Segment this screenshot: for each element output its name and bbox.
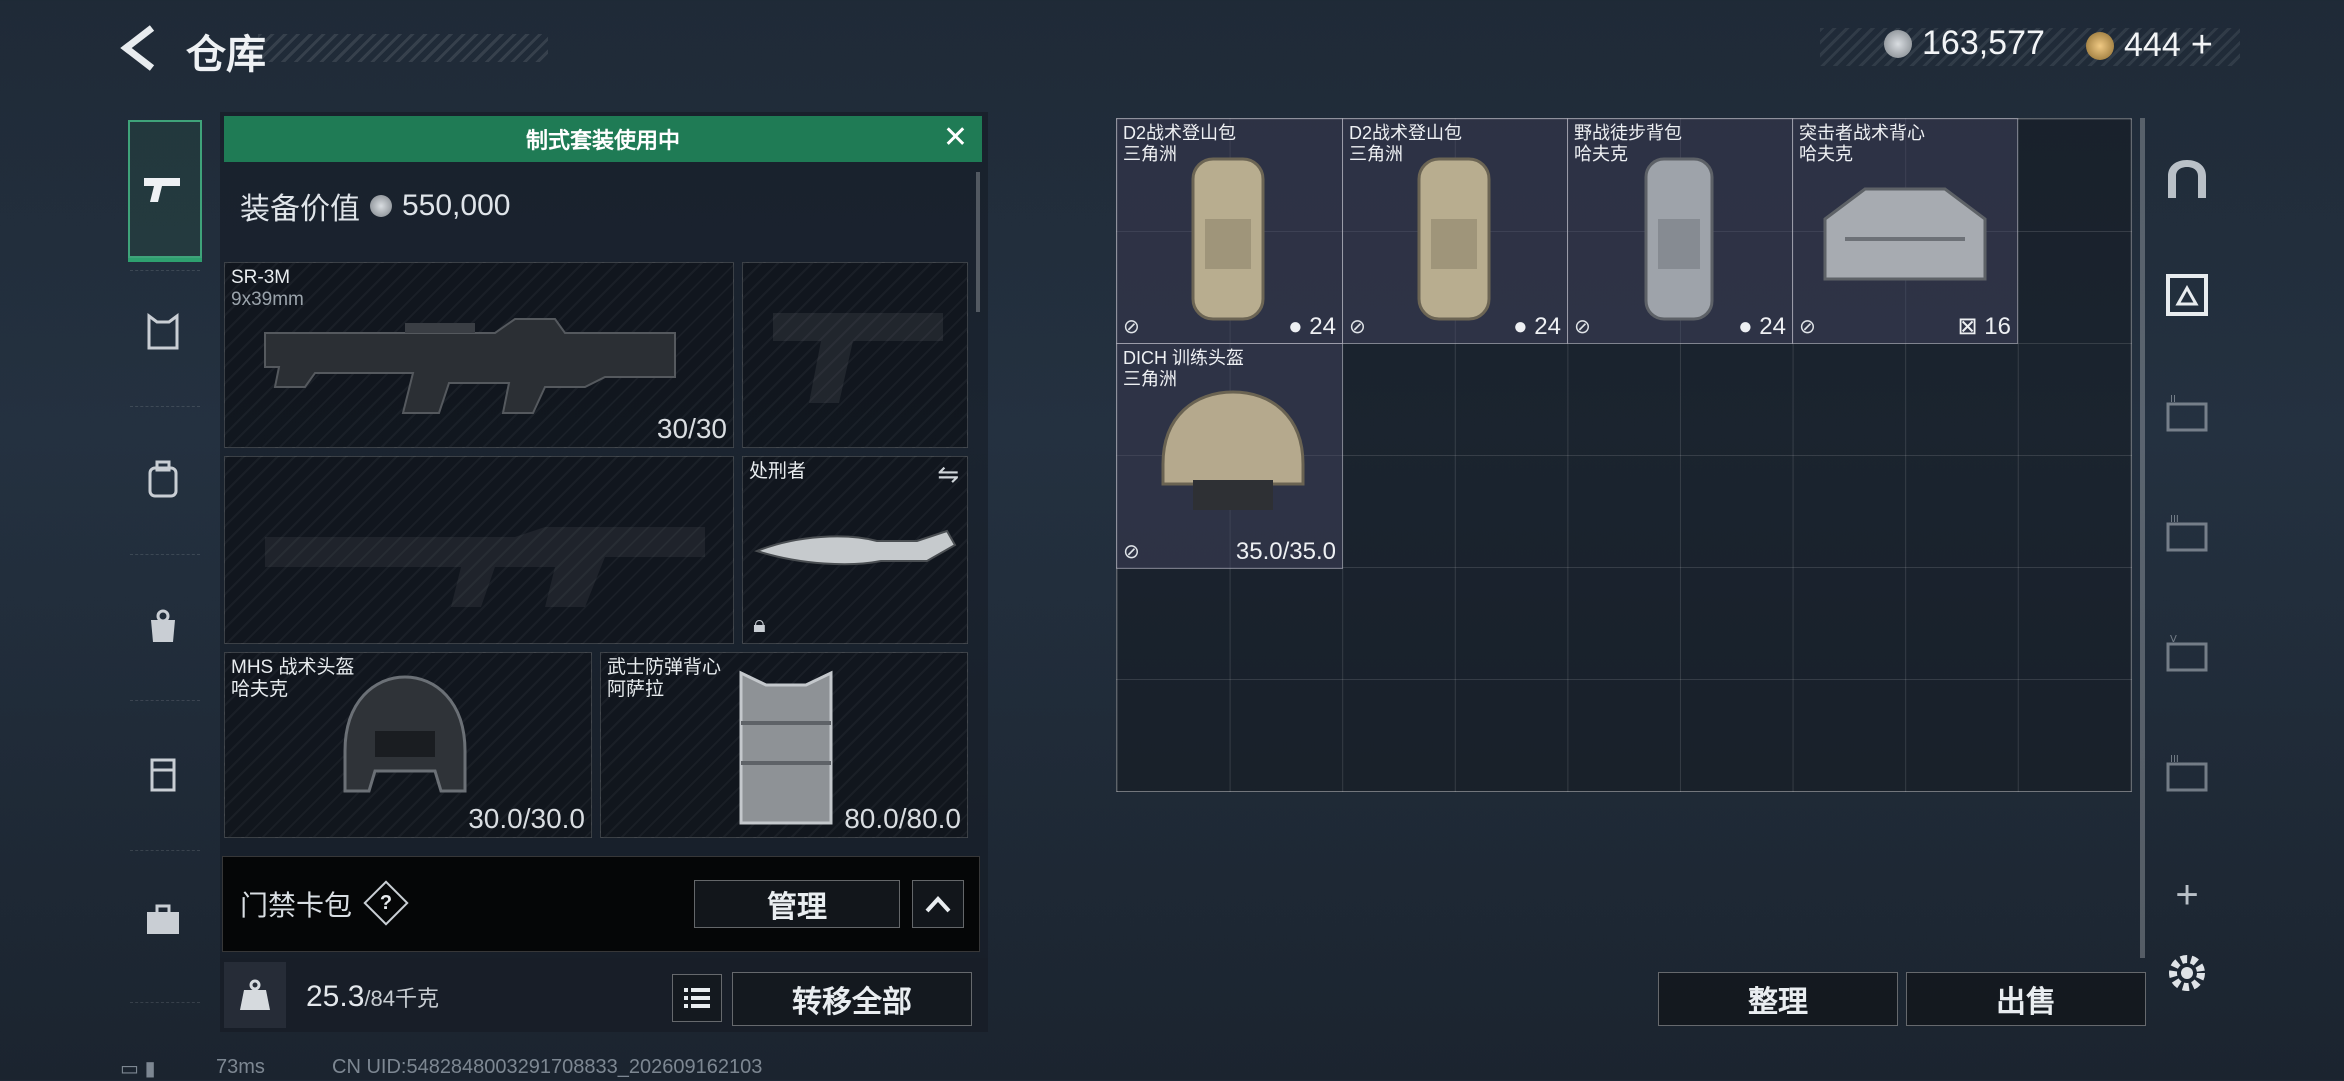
gold-coin-icon (2086, 31, 2114, 60)
armor-durability: 80.0/80.0 (844, 803, 961, 834)
equipment-value-amount: 550,000 (402, 189, 511, 222)
gold-currency[interactable]: 444 + (2086, 24, 2213, 67)
no-trade-icon: ⊘ (1349, 316, 1366, 338)
stash-tab-icon[interactable] (2160, 154, 2214, 208)
sell-button[interactable]: 出售 (1906, 972, 2146, 1026)
list-icon[interactable] (672, 974, 722, 1022)
silver-coin-icon (1884, 29, 1912, 58)
collection-tab-icon[interactable] (2160, 270, 2214, 324)
no-trade-icon: ⊘ (1123, 541, 1140, 563)
nav-weapon-pistol-icon[interactable] (140, 164, 186, 210)
backpack-image (1417, 157, 1491, 321)
lock-icon: 🔒︎ (753, 611, 766, 638)
silver-coin-icon (370, 195, 392, 217)
weight-readout: 25.3/84千克 (306, 980, 439, 1014)
stash-item[interactable]: D2战术登山包 三角洲 ⊘ ● 24 (1116, 118, 1343, 344)
nav-toolbox-icon[interactable] (140, 900, 186, 946)
gold-amount: 444 (2124, 26, 2181, 64)
equipment-value-label: 装备价值 (240, 193, 360, 226)
item-capacity: ● 24 (1288, 313, 1336, 340)
add-currency-button[interactable]: + (2191, 24, 2213, 67)
add-tab-icon[interactable]: + (2160, 868, 2214, 922)
uid-text: CN UID:5482848003291708833_202609162103 (332, 1056, 763, 1078)
storage-tab-5-icon[interactable]: III (2160, 750, 2214, 804)
equipment-value: 装备价值 550,000 (240, 184, 510, 228)
manage-button[interactable]: 管理 (694, 880, 900, 928)
item-capacity: ● 24 (1513, 313, 1561, 340)
armor-name: 武士防弹背心 (607, 657, 722, 678)
no-trade-icon: ⊘ (1123, 316, 1140, 338)
chevron-up-icon[interactable] (912, 880, 964, 928)
transfer-all-button[interactable]: 转移全部 (732, 972, 972, 1026)
secondary-rifle-slot[interactable] (224, 456, 734, 644)
nav-pouch-icon[interactable] (140, 606, 186, 652)
item-capacity: ⊠ 16 (1957, 313, 2011, 340)
nav-case-icon[interactable] (140, 754, 186, 800)
melee-slot[interactable]: 处刑者 ⇋ 🔒︎ (742, 456, 968, 644)
nav-armor-icon[interactable] (140, 312, 186, 358)
page-title: 仓库 (186, 33, 266, 77)
no-trade-icon: ⊘ (1574, 316, 1591, 338)
sort-button[interactable]: 整理 (1658, 972, 1898, 1026)
primary-weapon-ammo-count: 30/30 (656, 413, 727, 444)
melee-name: 处刑者 (749, 461, 807, 482)
knife-image (754, 529, 957, 566)
loadout-scrollbar[interactable] (976, 172, 980, 312)
close-icon[interactable]: ✕ (943, 123, 968, 153)
stash-item[interactable]: DICH 训练头盔 三角洲 ⊘ 35.0/35.0 (1116, 343, 1343, 569)
ping-text: 73ms (216, 1056, 265, 1078)
keycard-case-label: 门禁卡包 (240, 890, 353, 921)
item-durability: 35.0/35.0 (1235, 538, 1336, 565)
stash-item[interactable]: 突击者战术背心 哈夫克 ⊘ ⊠ 16 (1792, 118, 2018, 344)
silver-currency: 163,577 (1884, 24, 2045, 63)
rifle-image (264, 318, 676, 414)
weight-current: 25.3 (306, 980, 365, 1013)
battery-icon: ▭ ▮ (120, 1058, 156, 1080)
armor-map: 阿萨拉 (607, 679, 665, 700)
standard-kit-banner: 制式套装使用中 ✕ (224, 116, 982, 162)
svg-text:III: III (2170, 754, 2179, 765)
stash-item[interactable]: D2战术登山包 三角洲 ⊘ ● 24 (1342, 118, 1568, 344)
storage-tab-3-icon[interactable]: III (2160, 510, 2214, 564)
banner-text: 制式套装使用中 (525, 128, 680, 153)
backpack-image (1191, 157, 1265, 321)
svg-text:II: II (2170, 394, 2176, 405)
swap-icon[interactable]: ⇋ (937, 459, 959, 490)
silver-amount: 163,577 (1922, 24, 2045, 62)
pistol-silhouette-icon (773, 313, 943, 403)
helmet-image (1161, 390, 1305, 510)
no-trade-icon: ⊘ (1799, 316, 1816, 338)
helmet-slot[interactable]: MHS 战术头盔 哈夫克 30.0/30.0 (224, 652, 592, 838)
armor-vest-image (739, 670, 833, 825)
item-capacity: ● 24 (1738, 313, 1786, 340)
primary-weapon-slot[interactable]: SR-3M 9x39mm 30/30 (224, 262, 734, 448)
back-arrow-icon[interactable] (118, 24, 162, 72)
helmet-durability: 30.0/30.0 (468, 803, 585, 834)
nav-backpack-icon[interactable] (140, 460, 186, 506)
armor-slot[interactable]: 武士防弹背心 阿萨拉 80.0/80.0 (600, 652, 968, 838)
secondary-weapon-slot[interactable] (742, 262, 968, 448)
weight-max: /84千克 (364, 986, 439, 1011)
title-hatch (258, 34, 548, 62)
stash-item[interactable]: 野战徒步背包 哈夫克 ⊘ ● 24 (1567, 118, 1793, 344)
chest-rig-image (1823, 187, 1987, 281)
storage-tab-2-icon[interactable]: II (2160, 390, 2214, 444)
backpack-image (1644, 157, 1714, 321)
helmet-image (343, 675, 467, 793)
weight-icon (224, 962, 286, 1028)
gear-icon[interactable] (2160, 950, 2214, 1004)
stash-scrollbar[interactable] (2140, 118, 2145, 958)
svg-text:III: III (2170, 514, 2179, 525)
storage-tab-4-icon[interactable]: V (2160, 630, 2214, 684)
svg-text:V: V (2170, 634, 2177, 645)
rifle-silhouette-icon (265, 527, 705, 607)
